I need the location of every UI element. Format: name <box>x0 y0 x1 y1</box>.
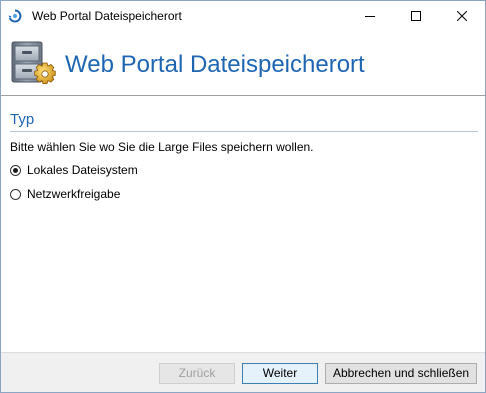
instruction-text: Bitte wählen Sie wo Sie die Large Files … <box>10 140 314 154</box>
title-bar[interactable]: Web Portal Dateispeicherort <box>1 1 485 31</box>
radio-option-network-share[interactable]: Netzwerkfreigabe <box>10 186 120 202</box>
back-button[interactable]: Zurück <box>159 363 235 384</box>
radio-button-unchecked[interactable] <box>10 188 21 200</box>
close-button[interactable] <box>439 1 485 31</box>
maximize-icon <box>411 11 421 21</box>
radio-label[interactable]: Lokales Dateisystem <box>27 163 138 177</box>
dialog-header: Web Portal Dateispeicherort <box>1 31 485 96</box>
close-icon <box>457 11 467 21</box>
header-title: Web Portal Dateispeicherort <box>65 51 365 78</box>
section-title: Typ <box>10 111 35 128</box>
radio-option-local-filesystem[interactable]: Lokales Dateisystem <box>10 162 138 178</box>
minimize-icon <box>365 16 375 17</box>
radio-label[interactable]: Netzwerkfreigabe <box>27 187 120 201</box>
cancel-and-close-button[interactable]: Abbrechen und schließen <box>325 363 477 384</box>
dialog-window: Web Portal Dateispeicherort Web Portal D… <box>0 0 486 393</box>
radio-button-checked[interactable] <box>10 164 21 176</box>
window-title: Web Portal Dateispeicherort <box>32 9 182 23</box>
maximize-button[interactable] <box>393 1 439 31</box>
next-button[interactable]: Weiter <box>242 363 318 384</box>
section-divider <box>10 131 478 132</box>
app-icon <box>8 9 22 23</box>
file-cabinet-gear-icon <box>9 40 57 86</box>
minimize-button[interactable] <box>347 1 393 31</box>
button-bar: Zurück Weiter Abbrechen und schließen <box>1 352 485 392</box>
